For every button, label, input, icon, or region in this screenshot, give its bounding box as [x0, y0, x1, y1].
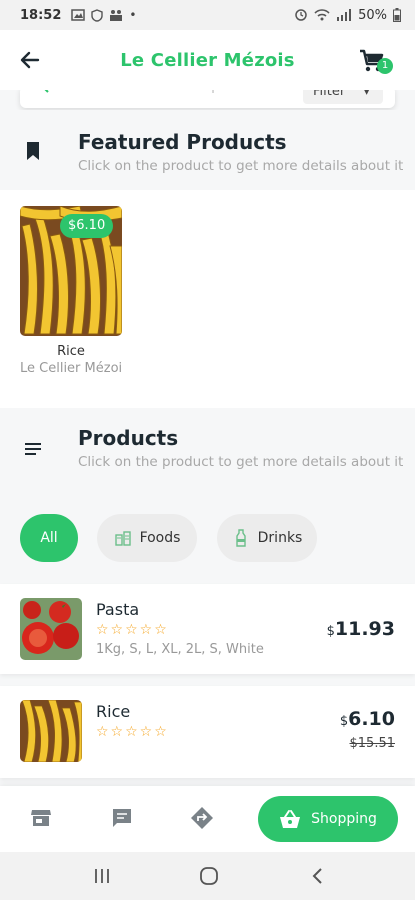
product-row[interactable]: Rice ☆☆☆☆☆ $6.10 $15.51	[0, 686, 415, 778]
recent-apps-icon[interactable]	[92, 866, 112, 886]
chip-drinks[interactable]: Drinks	[217, 514, 317, 562]
chip-foods[interactable]: Foods	[97, 514, 197, 562]
price-currency: $	[339, 714, 349, 729]
featured-subtitle: Click on the product to get more details…	[78, 158, 404, 174]
chip-foods-label: Foods	[139, 530, 181, 546]
product-row[interactable]: Pasta ☆☆☆☆☆ 1Kg, S, L, XL, 2L, S, White …	[0, 584, 415, 674]
store-icon[interactable]	[29, 806, 53, 830]
featured-carousel: $6.10 Rice Le Cellier Mézois	[0, 190, 415, 408]
price-value: 6.10	[348, 708, 395, 730]
shield-icon	[91, 8, 104, 22]
product-image-bananas	[20, 700, 82, 762]
product-name: Pasta	[96, 600, 140, 619]
product-image-tomatoes	[20, 598, 82, 660]
wifi-icon	[314, 9, 330, 21]
products-header: Products Click on the product to get mor…	[0, 408, 415, 500]
shopping-label: Shopping	[311, 811, 377, 827]
product-options: 1Kg, S, L, XL, 2L, S, White	[96, 642, 264, 657]
system-nav-bar	[0, 852, 415, 900]
price-currency: $	[326, 624, 335, 639]
featured-title: Featured Products	[78, 130, 287, 154]
drinks-icon	[235, 529, 246, 547]
chip-all-label: All	[40, 530, 58, 546]
shopping-button[interactable]: Shopping	[258, 796, 398, 842]
product-price: $6.10	[340, 708, 395, 730]
product-image-bananas: $6.10	[20, 206, 122, 336]
featured-market-name: Le Cellier Mézois	[20, 361, 122, 376]
dot-icon: •	[129, 8, 137, 22]
bottom-nav: Shopping	[0, 786, 415, 852]
chip-all[interactable]: All	[20, 514, 78, 562]
people-icon	[110, 10, 123, 21]
image-icon	[71, 9, 86, 21]
rating-stars: ☆☆☆☆☆	[96, 622, 169, 638]
featured-product-name: Rice	[57, 344, 85, 359]
basket-icon	[280, 810, 301, 828]
list-icon	[25, 443, 41, 455]
page-title: Le Cellier Mézois	[120, 49, 295, 71]
product-price: $11.93	[327, 618, 395, 640]
app-bar-overlay: Le Cellier Mézois 1	[0, 30, 415, 90]
directions-icon[interactable]	[190, 806, 214, 830]
chat-icon[interactable]	[110, 806, 134, 830]
alarm-icon	[295, 9, 307, 21]
old-price: $15.51	[349, 736, 396, 751]
category-chips: All Foods Drinks	[0, 500, 415, 580]
featured-header: Featured Products Click on the product t…	[0, 110, 415, 190]
price-value: 11.93	[334, 618, 395, 640]
bookmark-icon	[27, 142, 39, 160]
signal-icon	[337, 9, 352, 21]
back-icon[interactable]	[308, 866, 328, 886]
battery-level: 50%	[358, 7, 387, 23]
battery-icon	[393, 8, 401, 22]
foods-icon	[114, 531, 131, 546]
home-icon[interactable]	[199, 866, 219, 886]
featured-card[interactable]: $6.10 Rice Le Cellier Mézois	[20, 206, 122, 376]
featured-price-badge: $6.10	[60, 214, 114, 238]
products-subtitle: Click on the product to get more details…	[78, 454, 404, 470]
status-time: 18:52	[20, 7, 62, 23]
cart-count-badge: 1	[377, 58, 393, 74]
notification-icons: •	[71, 8, 136, 22]
status-bar: 18:52 • 50%	[0, 0, 415, 30]
products-title: Products	[78, 426, 179, 450]
rating-stars: ☆☆☆☆☆	[96, 724, 169, 740]
back-arrow-icon[interactable]	[16, 46, 44, 74]
product-name: Rice	[96, 702, 131, 721]
chip-drinks-label: Drinks	[257, 530, 303, 546]
